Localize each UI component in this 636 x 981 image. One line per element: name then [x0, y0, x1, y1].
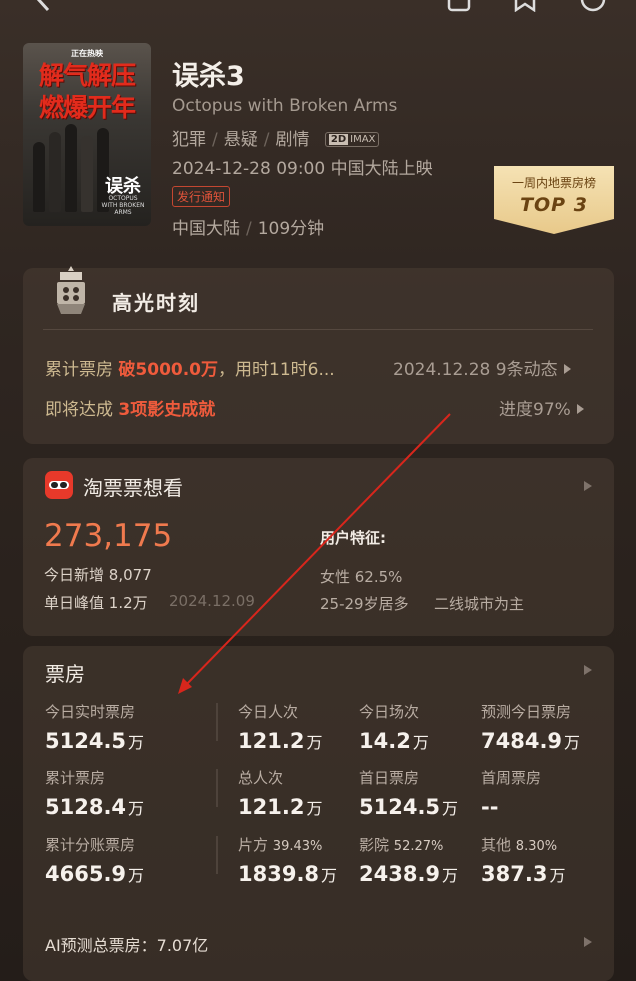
annotation-arrow	[178, 413, 451, 694]
